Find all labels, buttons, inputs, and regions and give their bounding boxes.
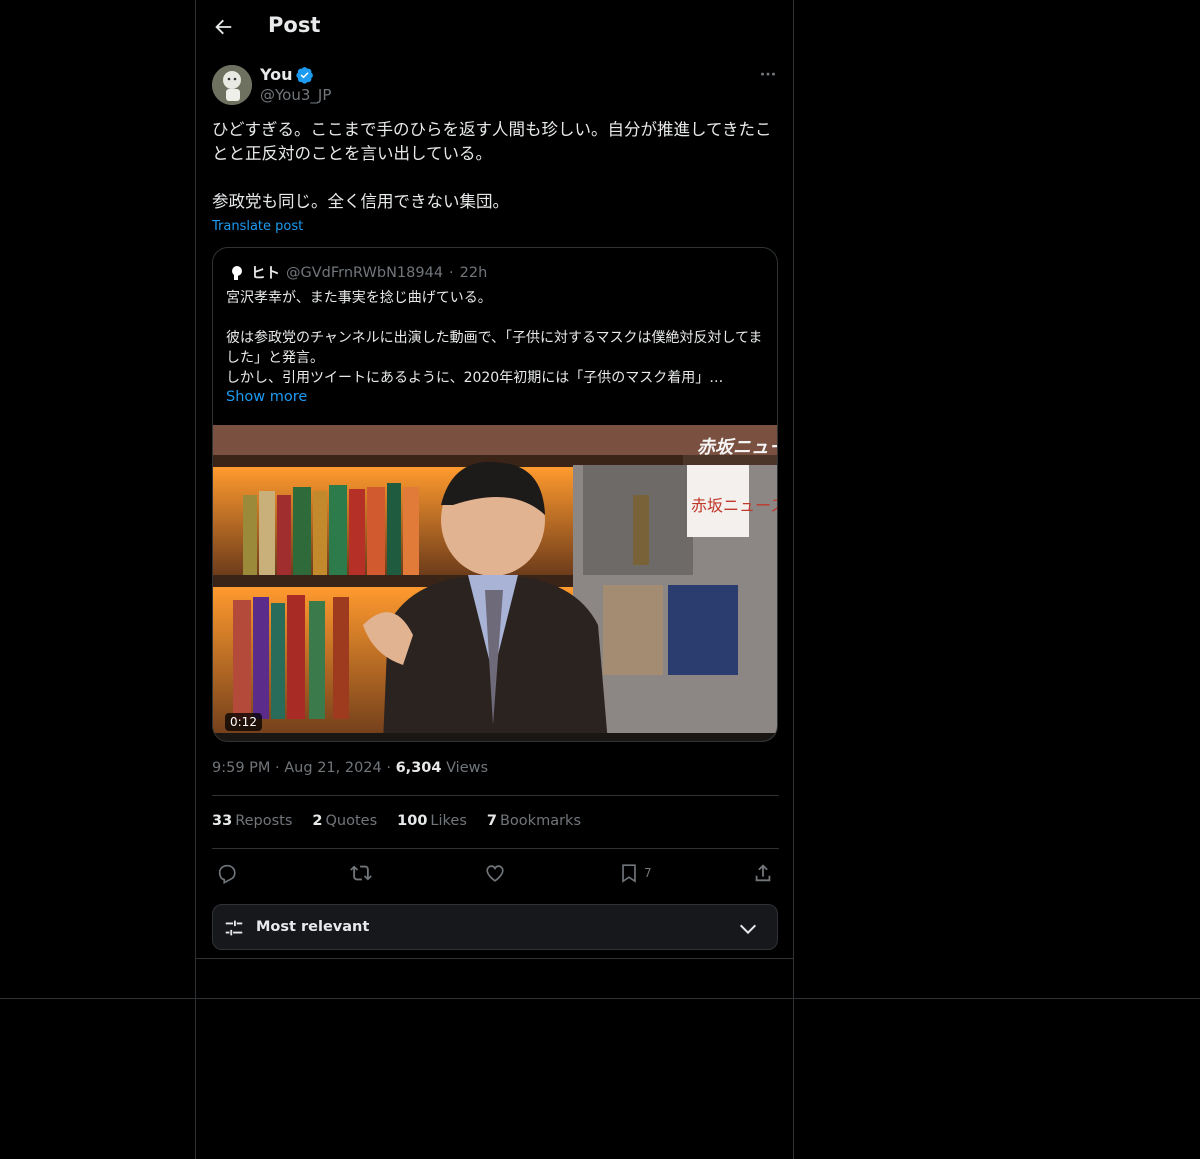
video-watermark-sign: 赤坂ニュース bbox=[691, 496, 778, 515]
arrow-left-icon[interactable] bbox=[212, 16, 234, 38]
post-meta: 9:59 PM · Aug 21, 2024 · 6,304 Views bbox=[212, 760, 488, 776]
chevron-down-icon bbox=[739, 924, 757, 935]
engagement-stats: 33 Reposts 2 Quotes 100 Likes 7 Bookmarks bbox=[212, 813, 581, 829]
sliders-icon bbox=[225, 920, 243, 936]
quoted-post-header: ヒト @GVdFrnRWbN18944 · 22h bbox=[229, 262, 487, 283]
quoted-avatar-icon bbox=[232, 265, 242, 280]
video-watermark-corner: 赤坂ニュース bbox=[697, 437, 778, 458]
quoted-author-name: ヒト bbox=[251, 266, 280, 282]
post-date[interactable]: Aug 21, 2024 bbox=[284, 760, 382, 776]
video-player[interactable]: 赤坂ニュース 赤坂ニュース 0:12 bbox=[213, 425, 778, 741]
avatar[interactable] bbox=[212, 65, 252, 105]
post-text: ひどすぎる。ここまで手のひらを返す人間も珍しい。自分が推進してきたことと正反対の… bbox=[212, 120, 772, 211]
quoted-author-handle: @GVdFrnRWbN18944 bbox=[286, 264, 444, 281]
author-name[interactable]: You bbox=[260, 65, 293, 84]
quoted-post[interactable]: ヒト @GVdFrnRWbN18944 · 22h 宮沢孝幸が、また事実を捻じ曲… bbox=[212, 247, 778, 742]
reposts-stat[interactable]: 33 Reposts bbox=[212, 813, 292, 829]
bookmark-count: 7 bbox=[644, 866, 652, 880]
sort-label: Most relevant bbox=[256, 919, 370, 935]
translate-post-link[interactable]: Translate post bbox=[212, 219, 303, 234]
show-more-link[interactable]: Show more bbox=[226, 389, 307, 405]
divider bbox=[212, 795, 779, 796]
author-handle[interactable]: @You3_JP bbox=[260, 86, 331, 104]
verified-badge-icon bbox=[295, 66, 313, 84]
quotes-stat[interactable]: 2 Quotes bbox=[312, 813, 377, 829]
likes-stat[interactable]: 100 Likes bbox=[397, 813, 467, 829]
author-name-row[interactable]: You bbox=[260, 65, 314, 84]
quoted-post-text: 宮沢孝幸が、また事実を捻じ曲げている。 彼は参政党のチャンネルに出演した動画で、… bbox=[226, 290, 763, 386]
video-duration: 0:12 bbox=[225, 713, 262, 731]
page-title: Post bbox=[268, 13, 321, 37]
separator-dot: · bbox=[449, 264, 454, 281]
separator-dot: · bbox=[275, 760, 285, 776]
share-icon[interactable] bbox=[752, 862, 774, 884]
bookmarks-stat[interactable]: 7 Bookmarks bbox=[487, 813, 581, 829]
views-count: 6,304 bbox=[395, 760, 442, 776]
video-thumbnail: 赤坂ニュース 赤坂ニュース bbox=[213, 425, 778, 741]
column-divider bbox=[195, 958, 794, 959]
more-horizontal-icon[interactable] bbox=[756, 64, 780, 86]
quoted-post-time: 22h bbox=[459, 264, 488, 281]
reply-icon[interactable] bbox=[216, 862, 238, 884]
views-label: Views bbox=[446, 760, 489, 776]
separator-dot: · bbox=[386, 760, 396, 776]
post-time[interactable]: 9:59 PM bbox=[212, 760, 270, 776]
reply-sort-dropdown[interactable]: Most relevant bbox=[212, 904, 778, 950]
bookmark-icon[interactable] bbox=[618, 862, 640, 884]
divider bbox=[212, 848, 779, 849]
repost-icon[interactable] bbox=[350, 862, 372, 884]
timeline-divider bbox=[0, 998, 1200, 999]
heart-icon[interactable] bbox=[484, 862, 506, 884]
